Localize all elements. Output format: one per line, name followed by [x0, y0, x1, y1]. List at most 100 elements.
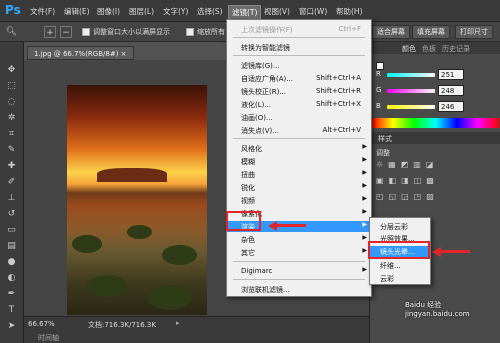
type-tool-icon[interactable]: T [4, 304, 19, 316]
submenu-arrow-icon: ▶ [362, 182, 367, 189]
history-brush-tool-icon[interactable]: ↺ [4, 208, 19, 220]
document-size: 文档:716.3K/716.3K [88, 321, 156, 329]
tab-color[interactable]: 颜色 [402, 44, 416, 54]
menu-item-liquify[interactable]: 液化(L)... Shift+Ctrl+X [227, 99, 371, 109]
submenu-arrow-icon: ▶ [362, 221, 367, 228]
menu-item-filter-gallery[interactable]: 滤镜库(G)... [227, 60, 371, 70]
bush [162, 245, 197, 265]
crop-tool-icon[interactable]: ⌗ [4, 128, 19, 140]
submenu-arrow-icon: ▶ [362, 208, 367, 215]
menu-help[interactable]: 帮助(H) [336, 6, 363, 17]
submenu-item-fibers[interactable]: 纤维... [370, 260, 430, 270]
menu-window[interactable]: 窗口(W) [299, 6, 327, 17]
eraser-tool-icon[interactable]: ▭ [4, 224, 19, 236]
path-select-tool-icon[interactable]: ➤ [4, 320, 19, 332]
dodge-tool-icon[interactable]: ◐ [4, 272, 19, 284]
submenu-item-clouds[interactable]: 云彩 [370, 273, 430, 283]
tools-panel: ✥ ⬚ ◌ ✲ ⌗ ✎ ✚ ✐ ⊥ ↺ ▭ ▤ ● ◐ ✒ T ➤ [0, 42, 24, 343]
menu-item-distort[interactable]: 扭曲 ▶ [227, 169, 371, 179]
adjustments-icons-row-1[interactable]: ☼▦◩▥◪ [376, 160, 494, 170]
submenu-arrow-icon: ▶ [362, 247, 367, 254]
tab-history[interactable]: 历史记录 [442, 44, 470, 54]
distant-rock [97, 168, 167, 182]
fit-screen-button[interactable]: 适合屏幕 [372, 25, 410, 39]
menu-select[interactable]: 选择(S) [197, 6, 223, 17]
menu-separator [233, 37, 365, 38]
green-value[interactable]: 248 [438, 85, 464, 96]
blue-label: B [376, 102, 381, 110]
foreground-color-swatch[interactable] [376, 62, 384, 70]
menu-item-convert-smart[interactable]: 转换为智能滤镜 [227, 42, 371, 52]
menu-filter[interactable]: 滤镜(T) [228, 5, 262, 20]
submenu-arrow-icon: ▶ [362, 169, 367, 176]
print-size-button[interactable]: 打印尺寸 [455, 25, 493, 39]
adjustments-icons-row-2[interactable]: ▣◧◨◫▩ [376, 176, 494, 186]
tab-swatches[interactable]: 色板 [422, 44, 436, 54]
menu-item-oil-paint[interactable]: 油画(O)... [227, 112, 371, 122]
menu-layer[interactable]: 图层(L) [129, 6, 154, 17]
marquee-tool-icon[interactable]: ⬚ [4, 80, 19, 92]
zoom-in-icon[interactable]: + [44, 26, 56, 38]
red-value[interactable]: 251 [438, 69, 464, 80]
tab-styles[interactable]: 样式 [378, 134, 392, 144]
clone-stamp-tool-icon[interactable]: ⊥ [4, 192, 19, 204]
color-panel-tabs: 颜色 色板 历史记录 [370, 42, 500, 54]
resize-window-checkbox[interactable] [82, 28, 90, 36]
zoom-all-checkbox[interactable] [186, 28, 194, 36]
menu-file[interactable]: 文件(F) [30, 6, 55, 17]
right-panels: 颜色 色板 历史记录 R 251 G 248 B 246 样式 调整 ☼▦◩▥◪… [369, 42, 500, 343]
menu-type[interactable]: 文字(Y) [163, 6, 188, 17]
document-tab[interactable]: 1.jpg @ 66.7%(RGB/8#) × [27, 46, 134, 60]
move-tool-icon[interactable]: ✥ [4, 64, 19, 76]
menu-item-digimarc[interactable]: Digimarc ▶ [227, 266, 371, 276]
menu-edit[interactable]: 编辑(E) [64, 6, 90, 17]
menu-item-other[interactable]: 其它 ▶ [227, 247, 371, 257]
document-tab-label: 1.jpg @ 66.7%(RGB/8#) [34, 50, 119, 58]
menu-item-sharpen[interactable]: 锐化 ▶ [227, 182, 371, 192]
color-ramp[interactable] [372, 118, 499, 128]
menu-item-video[interactable]: 视频 ▶ [227, 195, 371, 205]
adjustments-icons-row-3[interactable]: ◰◱◲◳▨ [376, 192, 494, 202]
submenu-arrow-icon: ▶ [362, 143, 367, 150]
healing-brush-tool-icon[interactable]: ✚ [4, 160, 19, 172]
pen-tool-icon[interactable]: ✒ [4, 288, 19, 300]
brush-tool-icon[interactable]: ✐ [4, 176, 19, 188]
menu-item-browse-online[interactable]: 浏览联机滤镜... [227, 284, 371, 294]
fill-screen-button[interactable]: 填充屏幕 [412, 25, 450, 39]
close-icon[interactable]: × [121, 50, 127, 58]
green-label: G [376, 86, 382, 94]
annotation-arrow-render [276, 224, 306, 227]
bush [127, 225, 152, 239]
menu-view[interactable]: 视图(V) [264, 6, 290, 17]
photoshop-logo: Ps [5, 3, 21, 17]
zoom-tool-icon: 🔍︎ [5, 27, 18, 37]
menu-image[interactable]: 图像(I) [97, 6, 120, 17]
menu-item-noise[interactable]: 杂色 ▶ [227, 234, 371, 244]
canvas-image[interactable] [67, 85, 207, 315]
status-arrow-icon[interactable]: ▸ [176, 319, 180, 327]
zoom-out-icon[interactable]: − [60, 26, 72, 38]
menu-item-vanishing-point[interactable]: 消失点(V)... Alt+Ctrl+V [227, 125, 371, 135]
submenu-arrow-icon: ▶ [362, 234, 367, 241]
eyedropper-tool-icon[interactable]: ✎ [4, 144, 19, 156]
gradient-tool-icon[interactable]: ▤ [4, 240, 19, 252]
submenu-item-difference-clouds[interactable]: 分层云彩 [370, 221, 430, 231]
red-slider[interactable] [387, 73, 435, 77]
blur-tool-icon[interactable]: ● [4, 256, 19, 268]
lasso-tool-icon[interactable]: ◌ [4, 96, 19, 108]
magic-wand-tool-icon[interactable]: ✲ [4, 112, 19, 124]
styles-panel-tabs: 样式 [370, 132, 500, 144]
menu-item-blur[interactable]: 模糊 ▶ [227, 156, 371, 166]
blue-slider[interactable] [387, 105, 435, 109]
submenu-arrow-icon: ▶ [362, 266, 367, 273]
red-label: R [376, 70, 381, 78]
filter-menu-dropdown: 上次滤镜操作(F) Ctrl+F 转换为智能滤镜 滤镜库(G)... 自适应广角(… [226, 19, 372, 297]
green-slider[interactable] [387, 89, 435, 93]
blue-value[interactable]: 246 [438, 101, 464, 112]
annotation-arrowhead [432, 247, 441, 257]
menu-item-adaptive-wide-angle[interactable]: 自适应广角(A)... Shift+Ctrl+A [227, 73, 371, 83]
bush [147, 285, 192, 310]
menu-item-stylize[interactable]: 风格化 ▶ [227, 143, 371, 153]
menu-item-lens-correction[interactable]: 镜头校正(R)... Shift+Ctrl+R [227, 86, 371, 96]
watermark: Baidu 经验 jingyan.baidu.com [405, 301, 470, 318]
